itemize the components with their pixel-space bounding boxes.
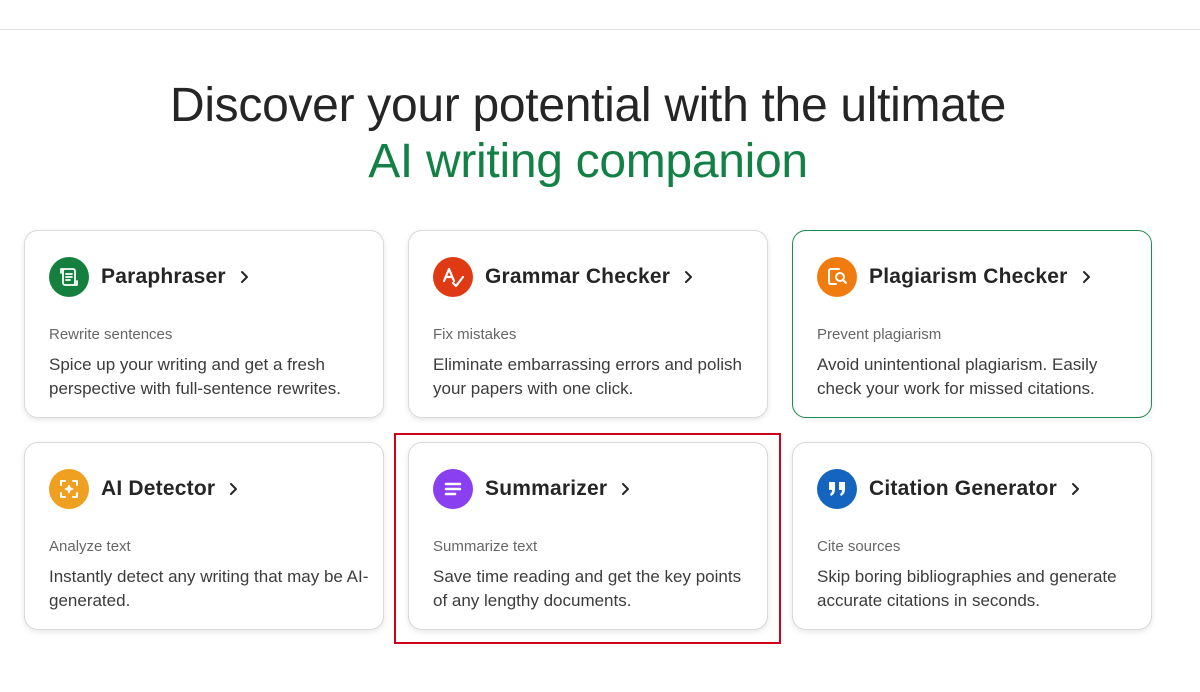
chevron-right-icon	[621, 482, 631, 496]
card-description: Spice up your writing and get a fresh pe…	[49, 355, 341, 398]
card-subtitle: Rewrite sentences	[49, 326, 173, 343]
chevron-right-icon	[684, 270, 694, 284]
card-subtitle: Fix mistakes	[433, 326, 517, 343]
card-title: Plagiarism Checker	[869, 265, 1068, 288]
card-title: Summarizer	[485, 477, 608, 500]
hero-heading-line1: Discover your potential with the ultimat…	[169, 79, 1007, 132]
card-title: AI Detector	[101, 477, 216, 500]
quote-marks-icon	[817, 469, 857, 509]
card-description: Instantly detect any writing that may be…	[49, 567, 369, 610]
hero-heading: Discover your potential with the ultimat…	[0, 78, 1176, 190]
hero-heading-line2: AI writing companion	[368, 135, 808, 188]
ai-detector-icon	[49, 469, 89, 509]
card-description: Eliminate embarrassing errors and polish…	[433, 355, 742, 398]
card-summarizer[interactable]: Summarizer Summarize text Save time read…	[408, 442, 768, 630]
card-title: Paraphraser	[101, 265, 226, 288]
card-ai-detector[interactable]: AI Detector Analyze text Instantly detec…	[24, 442, 384, 630]
card-grammar-checker[interactable]: Grammar Checker Fix mistakes Eliminate e…	[408, 230, 768, 418]
card-title: Grammar Checker	[485, 265, 671, 288]
card-paraphraser[interactable]: Paraphraser Rewrite sentences Spice up y…	[24, 230, 384, 418]
chevron-right-icon	[229, 482, 239, 496]
card-description: Skip boring bibliographies and generate …	[817, 567, 1117, 610]
paraphraser-icon	[49, 257, 89, 297]
card-subtitle: Cite sources	[817, 538, 901, 555]
card-subtitle: Summarize text	[433, 538, 538, 555]
card-subtitle: Prevent plagiarism	[817, 326, 942, 343]
card-plagiarism-checker[interactable]: Plagiarism Checker Prevent plagiarism Av…	[792, 230, 1152, 418]
grammar-check-icon	[433, 257, 473, 297]
plagiarism-search-icon	[817, 257, 857, 297]
top-navigation-bar	[0, 0, 1200, 30]
card-description: Avoid unintentional plagiarism. Easily c…	[817, 355, 1098, 398]
chevron-right-icon	[1082, 270, 1092, 284]
chevron-right-icon	[240, 270, 250, 284]
card-description: Save time reading and get the key points…	[433, 567, 742, 610]
chevron-right-icon	[1071, 482, 1081, 496]
card-subtitle: Analyze text	[49, 538, 131, 555]
card-title: Citation Generator	[869, 477, 1057, 500]
card-citation-generator[interactable]: Citation Generator Cite sources Skip bor…	[792, 442, 1152, 630]
summarizer-lines-icon	[433, 469, 473, 509]
